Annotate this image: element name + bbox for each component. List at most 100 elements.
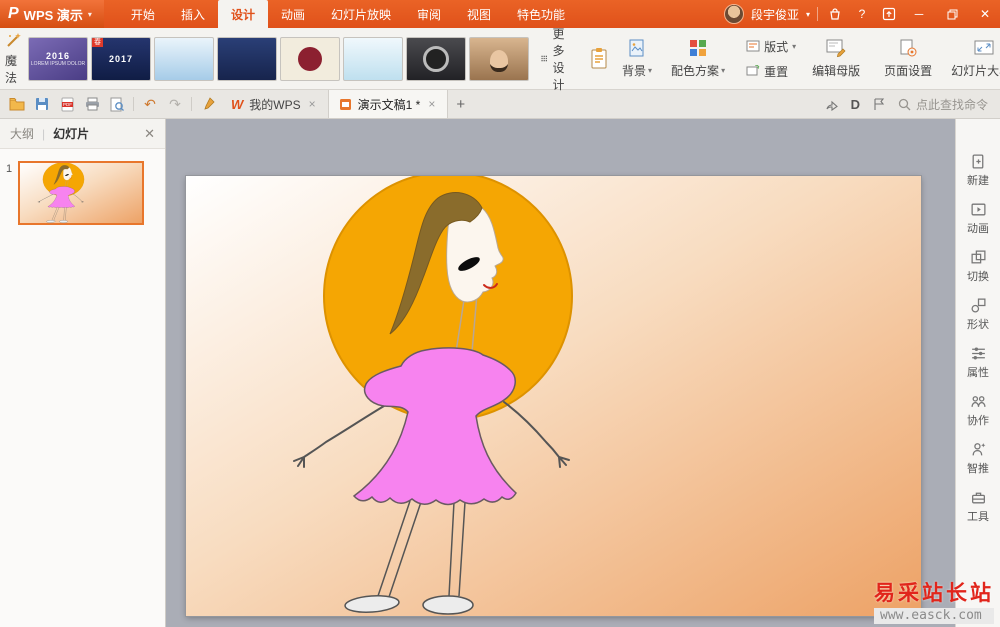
slide-1-thumbnail[interactable] xyxy=(18,161,145,225)
record-decoration xyxy=(423,45,449,72)
tab-review[interactable]: 审阅 xyxy=(404,0,454,28)
app-logo-button[interactable]: P WPS 演示 ▾ xyxy=(0,0,104,28)
tab-design[interactable]: 设计 xyxy=(217,0,268,28)
watermark-title: 易采站长站 xyxy=(874,581,994,605)
portrait-decoration xyxy=(490,49,508,72)
open-folder-icon[interactable] xyxy=(8,95,26,113)
docer-icon[interactable]: D xyxy=(851,97,860,112)
template-thumb-6[interactable] xyxy=(343,36,403,81)
template-thumb-8[interactable] xyxy=(469,36,529,81)
presentation-file-icon xyxy=(339,98,351,110)
smart-recommend-icon xyxy=(972,443,985,456)
toolbox-icon xyxy=(971,492,985,504)
panel-header: 大纲 | 幻灯片 ✕ xyxy=(0,119,165,149)
print-preview-icon[interactable] xyxy=(108,95,126,113)
search-icon xyxy=(898,98,911,110)
background-button[interactable]: 背景 ▾ xyxy=(615,31,659,87)
restore-button[interactable] xyxy=(939,0,965,28)
magic-button[interactable]: 魔法 xyxy=(5,31,23,87)
layout-button[interactable]: 版式 ▾ xyxy=(746,38,796,55)
sidebar-item-properties[interactable]: 属性 xyxy=(967,345,989,380)
template-thumb-1[interactable]: 2016 LOREM IPSUM DOLOR xyxy=(28,36,88,81)
edit-master-icon xyxy=(826,39,846,58)
sidebar-item-collaboration[interactable]: 协作 xyxy=(967,393,989,428)
close-panel-icon[interactable]: ✕ xyxy=(144,126,155,142)
save-icon[interactable] xyxy=(33,95,51,113)
close-tab-icon[interactable]: × xyxy=(307,97,318,111)
divider xyxy=(817,7,818,21)
tab-insert[interactable]: 插入 xyxy=(168,0,218,28)
design-ribbon: 魔法 2016 LOREM IPSUM DOLOR 春 2017 更多设计 背景… xyxy=(0,27,1000,92)
print-icon[interactable] xyxy=(83,95,101,113)
divider xyxy=(191,97,192,111)
command-search[interactable]: 点此查找命令 xyxy=(898,96,988,113)
slides-panel: 大纲 | 幻灯片 ✕ 1 xyxy=(0,119,166,627)
help-icon[interactable]: ? xyxy=(852,5,872,23)
doc-tab-presentation1[interactable]: 演示文稿1 * × xyxy=(327,90,449,118)
more-designs-button[interactable]: 更多设计 xyxy=(534,27,580,92)
divider xyxy=(133,97,134,111)
slide-size-icon xyxy=(974,40,994,55)
sidebar-item-shapes[interactable]: 形状 xyxy=(967,297,989,332)
grid-icon xyxy=(541,55,548,62)
close-button[interactable]: ✕ xyxy=(972,0,998,28)
new-tab-button[interactable]: + xyxy=(448,90,473,118)
user-menu-chevron-icon[interactable]: ▾ xyxy=(806,10,810,19)
titlebar-right: 段宇俊亚 ▾ ? ─ ✕ xyxy=(723,0,1000,28)
magic-label: 魔法 xyxy=(5,54,18,85)
tab-view[interactable]: 视图 xyxy=(454,0,504,28)
tab-home[interactable]: 开始 xyxy=(118,0,168,28)
new-document-icon xyxy=(972,154,983,169)
properties-icon xyxy=(971,347,985,360)
tab-outline[interactable]: 大纲 xyxy=(10,125,34,142)
close-tab-icon[interactable]: × xyxy=(426,97,437,111)
flag-icon[interactable] xyxy=(870,95,888,113)
sidebar-item-smart-recommend[interactable]: 智推 xyxy=(967,441,989,476)
site-watermark: 易采站长站 www.easck.com xyxy=(874,577,994,624)
edit-master-button[interactable]: 编辑母版 xyxy=(805,31,867,87)
sidebar-item-tools[interactable]: 工具 xyxy=(967,489,989,524)
layout-reset-group: 版式 ▾ 重置 xyxy=(742,38,800,80)
user-avatar[interactable] xyxy=(723,4,744,24)
template-thumb-4[interactable] xyxy=(217,36,277,81)
color-scheme-button[interactable]: 配色方案 ▾ xyxy=(664,31,732,87)
ribbon-tabs: 开始 插入 设计 动画 幻灯片放映 审阅 视图 特色功能 xyxy=(118,0,578,28)
slide-number: 1 xyxy=(6,163,13,175)
redo-icon[interactable]: ↷ xyxy=(166,95,184,113)
doc-tab-my-wps[interactable]: W 我的WPS × xyxy=(221,90,328,118)
template-thumb-3[interactable] xyxy=(154,36,214,81)
document-tabbar: PDF ↶ ↷ W 我的WPS × 演示文稿1 * × + D 点此查找命令 xyxy=(0,90,1000,119)
store-bag-icon[interactable] xyxy=(825,5,845,23)
tab-slides[interactable]: 幻灯片 xyxy=(53,125,89,142)
template-thumb-2[interactable]: 春 2017 xyxy=(91,36,151,81)
sidebar-item-transition[interactable]: 切换 xyxy=(967,249,989,284)
share-icon[interactable] xyxy=(823,95,841,113)
collapse-ribbon-icon[interactable] xyxy=(879,5,899,23)
minimize-button[interactable]: ─ xyxy=(906,0,932,28)
tabbar-right-tools: D 点此查找命令 xyxy=(823,90,996,118)
slide-drawing-girl-and-sun[interactable] xyxy=(186,176,921,616)
sidebar-item-animation[interactable]: 动画 xyxy=(967,201,989,236)
tab-slideshow[interactable]: 幻灯片放映 xyxy=(318,0,404,28)
undo-icon[interactable]: ↶ xyxy=(141,95,159,113)
import-template-button[interactable] xyxy=(590,34,610,84)
user-name[interactable]: 段宇俊亚 xyxy=(751,6,799,23)
slide-1[interactable] xyxy=(186,176,921,616)
export-pdf-icon[interactable]: PDF xyxy=(58,95,76,113)
sidebar-item-new[interactable]: 新建 xyxy=(967,153,989,188)
editing-canvas[interactable] xyxy=(166,119,955,627)
template-gallery: 2016 LOREM IPSUM DOLOR 春 2017 xyxy=(28,36,529,81)
background-icon xyxy=(629,39,644,57)
tab-animation[interactable]: 动画 xyxy=(268,0,318,28)
divider: | xyxy=(42,126,46,141)
reset-button[interactable]: 重置 xyxy=(746,63,796,80)
format-painter-icon[interactable] xyxy=(199,95,217,113)
color-scheme-icon xyxy=(690,40,707,56)
svg-text:PDF: PDF xyxy=(63,102,72,107)
watermark-url: www.easck.com xyxy=(874,608,994,624)
template-thumb-7[interactable] xyxy=(406,36,466,81)
slide-size-button[interactable]: 幻灯片大小▾ xyxy=(944,31,1000,87)
template-thumb-5[interactable] xyxy=(280,36,340,81)
reset-icon xyxy=(746,65,760,76)
page-setup-button[interactable]: 页面设置 xyxy=(877,31,939,87)
